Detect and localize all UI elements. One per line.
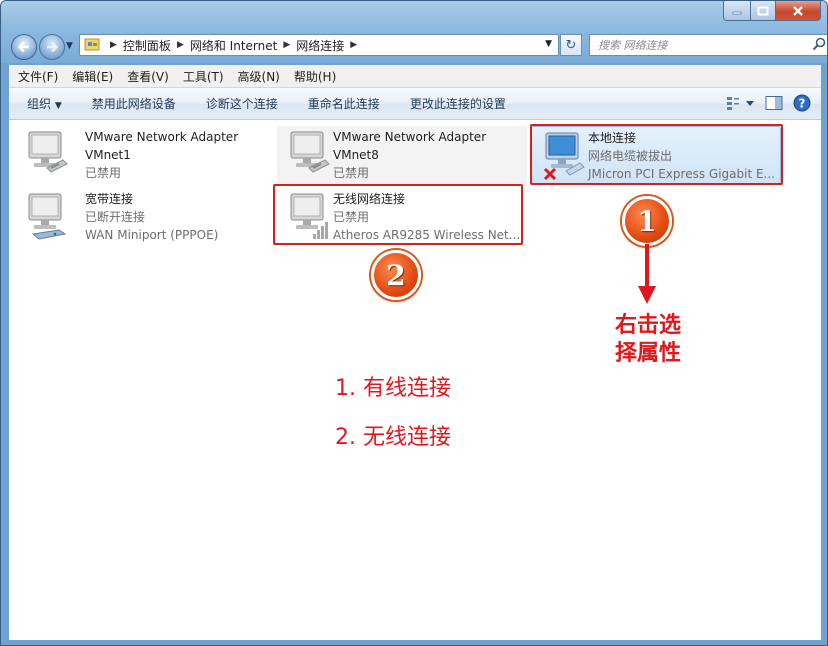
rename-button[interactable]: 重命名此连接 — [308, 95, 380, 112]
menu-bar: 文件(F) 编辑(E) 查看(V) 工具(T) 高级(N) 帮助(H) — [9, 65, 821, 88]
change-settings-button[interactable]: 更改此连接的设置 — [410, 95, 506, 112]
chevron-down-icon: ▼ — [54, 101, 62, 111]
organize-button[interactable]: 组织 ▼ — [27, 95, 62, 112]
connection-text: VMware Network Adapter VMnet8 已禁用 — [333, 128, 486, 182]
svg-text:?: ? — [799, 97, 806, 111]
connection-item-vmnet8[interactable]: VMware Network Adapter VMnet8 已禁用 — [277, 126, 527, 184]
menu-tools[interactable]: 工具(T) — [178, 68, 229, 85]
close-icon[interactable] — [776, 1, 821, 21]
refresh-icon[interactable]: ↻ — [560, 34, 582, 56]
network-adapter-disabled-icon — [287, 130, 333, 180]
annotation-line: 择属性 — [614, 341, 681, 366]
caption-buttons — [723, 1, 821, 21]
connection-status: 已禁用 — [85, 166, 122, 180]
explorer-window: ▼ ▶ 控制面板 ▶ 网络和 Internet ▶ 网络连接 ▶ ▼ ↻ 搜索 … — [0, 0, 828, 646]
annotation-wireless: 2. 无线连接 — [335, 425, 451, 450]
menu-advanced[interactable]: 高级(N) — [233, 68, 285, 85]
command-bar: 组织 ▼ 禁用此网络设备 诊断这个连接 重命名此连接 更改此连接的设置 ? — [9, 88, 821, 120]
highlight-box-local — [530, 124, 783, 185]
address-dropdown-icon[interactable]: ▼ — [545, 39, 552, 49]
annotation-wired: 1. 有线连接 — [335, 376, 451, 401]
search-placeholder: 搜索 网络连接 — [598, 39, 668, 52]
connection-item-vmnet1[interactable]: VMware Network Adapter VMnet1 已禁用 — [15, 126, 265, 184]
breadcrumb-separator-icon: ▶ — [110, 40, 117, 50]
control-panel-icon — [84, 36, 100, 55]
connection-name: VMware Network Adapter — [85, 130, 239, 144]
address-bar[interactable]: ▶ 控制面板 ▶ 网络和 Internet ▶ 网络连接 ▶ ▼ — [79, 34, 559, 56]
view-controls: ? — [725, 94, 811, 115]
breadcrumb-network-connections[interactable]: 网络连接 — [296, 37, 344, 54]
highlight-box-wireless — [273, 184, 523, 245]
annotation-line: 右击选 — [614, 313, 681, 338]
connection-name: 宽带连接 — [85, 192, 134, 206]
help-icon[interactable]: ? — [793, 94, 811, 115]
connection-status: 已禁用 — [333, 166, 370, 180]
breadcrumb-separator-icon[interactable]: ▶ — [177, 40, 184, 50]
down-arrow-icon — [638, 244, 656, 304]
menu-edit[interactable]: 编辑(E) — [67, 68, 118, 85]
forward-arrow-icon[interactable] — [39, 34, 65, 60]
view-options-icon[interactable] — [725, 95, 755, 114]
step-badge-1: 1 — [622, 196, 672, 246]
navigation-bar: ▼ ▶ 控制面板 ▶ 网络和 Internet ▶ 网络连接 ▶ ▼ ↻ 搜索 … — [11, 33, 827, 60]
search-input[interactable]: 搜索 网络连接 — [589, 34, 827, 56]
preview-pane-icon[interactable] — [765, 95, 783, 114]
connection-text: VMware Network Adapter VMnet1 已禁用 — [85, 128, 238, 182]
connection-device: VMnet8 — [333, 148, 379, 162]
search-icon[interactable] — [812, 37, 826, 54]
connection-device: WAN Miniport (PPPOE) — [85, 228, 219, 242]
minimize-icon[interactable] — [723, 1, 751, 21]
connection-text: 宽带连接 已断开连接 WAN Miniport (PPPOE) — [85, 190, 218, 244]
connection-device: VMnet1 — [85, 148, 131, 162]
breadcrumb-separator-icon[interactable]: ▶ — [283, 40, 290, 50]
menu-view[interactable]: 查看(V) — [122, 68, 174, 85]
breadcrumb: ▶ 控制面板 ▶ 网络和 Internet ▶ 网络连接 ▶ — [104, 37, 363, 54]
history-dropdown-icon[interactable]: ▼ — [66, 41, 73, 51]
broadband-modem-icon — [25, 192, 71, 242]
step-badge-2: 2 — [371, 250, 421, 300]
network-adapter-disabled-icon — [25, 130, 71, 180]
disable-device-button[interactable]: 禁用此网络设备 — [92, 95, 176, 112]
back-arrow-icon[interactable] — [11, 34, 37, 60]
connections-list: VMware Network Adapter VMnet1 已禁用 VMware… — [9, 120, 821, 640]
maximize-icon[interactable] — [751, 1, 776, 21]
connection-name: VMware Network Adapter — [333, 130, 487, 144]
organize-label: 组织 — [27, 97, 52, 111]
breadcrumb-network-internet[interactable]: 网络和 Internet — [190, 37, 277, 54]
annotation-right-click: 右击选 择属性 — [603, 312, 693, 368]
connection-status: 已断开连接 — [85, 210, 146, 224]
breadcrumb-control-panel[interactable]: 控制面板 — [123, 37, 171, 54]
menu-file[interactable]: 文件(F) — [13, 68, 63, 85]
menu-help[interactable]: 帮助(H) — [289, 68, 341, 85]
connection-item-broadband[interactable]: 宽带连接 已断开连接 WAN Miniport (PPPOE) — [15, 188, 265, 246]
breadcrumb-separator-icon[interactable]: ▶ — [350, 40, 357, 50]
diagnose-button[interactable]: 诊断这个连接 — [206, 95, 278, 112]
